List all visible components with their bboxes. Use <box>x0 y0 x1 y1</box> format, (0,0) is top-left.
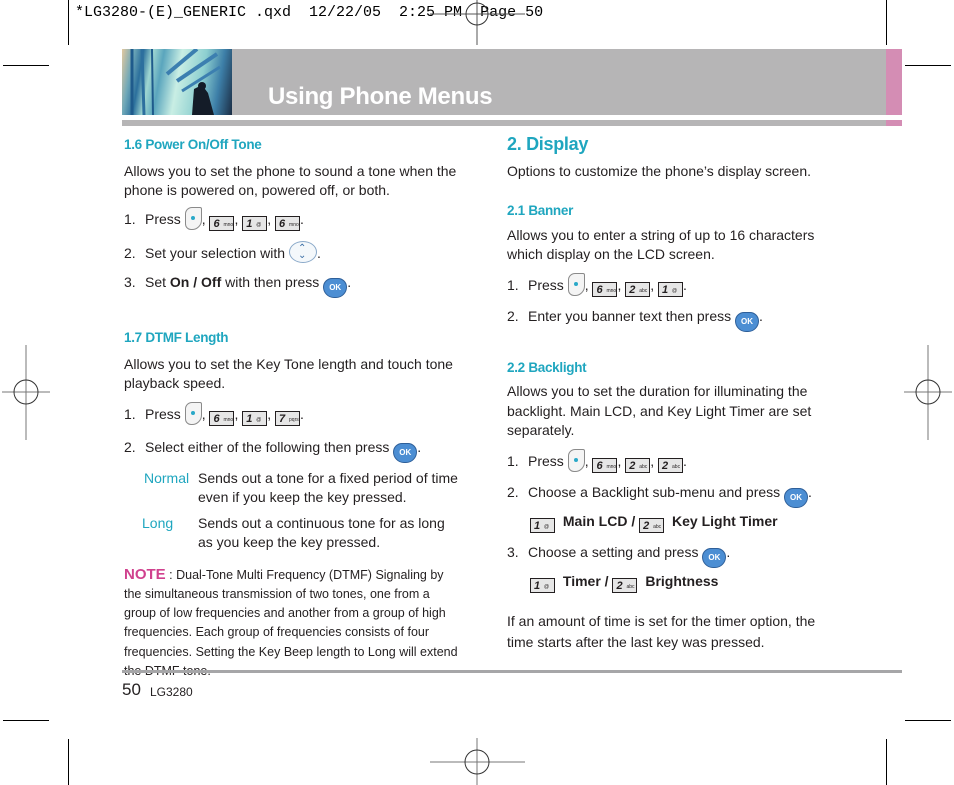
section-footer-text: If an amount of time is set for the time… <box>507 612 816 650</box>
model-name: LG3280 <box>150 685 193 699</box>
crop-mark <box>68 739 69 785</box>
step-1: 1. Press , 6 mno, 1 @, 7 pqrs. <box>124 401 464 426</box>
backlight-submenu-options: 1 @ Main LCD / 2 abc Key Light Timer <box>530 512 837 533</box>
footer-rule <box>122 670 902 673</box>
step-3: 3. Set On / Off with then press OK. <box>124 273 464 298</box>
key-6-icon: 6 mno <box>209 215 235 231</box>
key-2-icon: 2 abc <box>639 517 665 533</box>
crop-mark <box>3 65 49 66</box>
ok-key-icon: OK <box>784 487 809 508</box>
right-column: 2. Display Options to customize the phon… <box>507 134 837 653</box>
crop-mark <box>886 0 887 45</box>
key-1-icon: 1 @ <box>242 410 268 426</box>
header-photo <box>122 49 232 115</box>
section-heading-banner: 2.1 Banner <box>507 203 574 218</box>
key-2-icon: 2 abc <box>625 281 651 297</box>
section-heading-backlight: 2.2 Backlight <box>507 359 587 375</box>
key-1-icon: 1 @ <box>658 281 684 297</box>
menu-soft-key-icon <box>567 448 585 472</box>
section-body: Allows you to set the phone to sound a t… <box>124 162 457 199</box>
registration-mark-icon <box>430 0 525 45</box>
key-6-icon: 6 mno <box>275 215 301 231</box>
key-2-icon: 2 abc <box>612 577 638 593</box>
crop-mark <box>905 720 951 721</box>
step-2: 2. Select either of the following then pr… <box>124 438 464 463</box>
section-body: Allows you to set the Key Tone length an… <box>124 355 453 392</box>
key-6-icon: 6 mno <box>592 457 618 473</box>
ok-key-icon: OK <box>323 278 348 298</box>
key-2-icon: 2 abc <box>658 457 684 473</box>
option-normal: Normal Sends out a tone for a fixed peri… <box>144 469 458 506</box>
ok-key-icon: OK <box>735 311 760 332</box>
note-label: NOTE <box>124 565 166 583</box>
key-1-icon: 1 @ <box>530 577 555 593</box>
registration-mark-icon <box>2 345 50 440</box>
section-body: Allows you to enter a string of up to 16… <box>507 226 815 263</box>
section-heading-display: 2. Display <box>507 134 589 154</box>
menu-soft-key-icon <box>184 206 202 230</box>
ok-key-icon: OK <box>393 442 418 463</box>
page-number: 50 <box>122 680 141 699</box>
section-heading-dtmf: 1.7 DTMF Length <box>124 330 229 345</box>
left-column: 1.6 Power On/Off Tone Allows you to set … <box>124 135 464 681</box>
step-3: 3. Choose a setting and press OK. <box>507 543 837 568</box>
menu-soft-key-icon <box>567 272 585 296</box>
step-1: 1. Press , 6 mno, 2 abc, 1 @. <box>507 272 837 297</box>
ok-key-icon: OK <box>702 547 727 568</box>
key-6-icon: 6 mno <box>209 410 235 426</box>
header-accent <box>886 49 902 115</box>
registration-mark-icon <box>430 738 525 785</box>
key-1-icon: 1 @ <box>242 215 268 231</box>
backlight-setting-options: 1 @ Timer / 2 abc Brightness <box>530 572 837 593</box>
crop-mark <box>68 0 69 45</box>
navigation-key-icon <box>288 239 317 265</box>
header-underline-accent <box>886 120 902 126</box>
crop-mark <box>886 739 887 785</box>
option-long: Long Sends out a continuous tone for as … <box>142 514 445 551</box>
step-2: 2. Choose a Backlight sub-menu and press … <box>507 483 837 508</box>
section-body: Options to customize the phone’s display… <box>507 162 812 179</box>
step-1: 1. Press , 6 mno, 1 @, 6 mno. <box>124 206 464 231</box>
key-1-icon: 1 @ <box>530 517 555 533</box>
registration-mark-icon <box>904 345 952 440</box>
key-2-icon: 2 abc <box>625 457 651 473</box>
page-title: Using Phone Menus <box>268 83 493 110</box>
section-body: Allows you to set the duration for illum… <box>507 383 812 438</box>
step-2: 2.Set your selection with . <box>124 239 464 266</box>
crop-mark <box>3 720 49 721</box>
key-6-icon: 6 mno <box>592 281 618 297</box>
step-2: 2. Enter you banner text then press OK. <box>507 307 837 332</box>
note: NOTE : Dual-Tone Multi Frequency (DTMF) … <box>124 565 458 678</box>
header-underline <box>122 120 886 126</box>
crop-mark <box>905 65 951 66</box>
header-bar <box>122 49 886 115</box>
menu-soft-key-icon <box>184 401 202 425</box>
step-1: 1. Press , 6 mno, 2 abc, 2 abc. <box>507 448 837 473</box>
key-7-icon: 7 pqrs <box>275 410 301 426</box>
section-heading-power-tone: 1.6 Power On/Off Tone <box>124 137 262 152</box>
